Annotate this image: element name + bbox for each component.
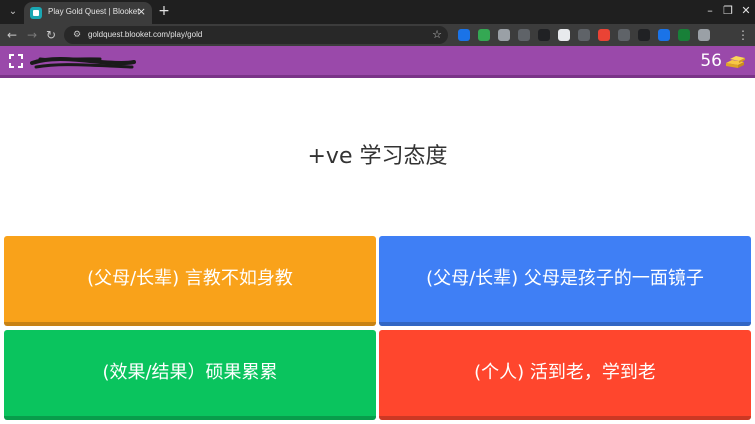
redacted-player-name: [30, 57, 136, 69]
answer-button-1[interactable]: (父母/长辈) 言教不如身教: [4, 236, 376, 326]
bookmark-star-icon[interactable]: ☆: [432, 28, 442, 42]
extension-icon[interactable]: [478, 29, 490, 41]
answer-button-2[interactable]: (父母/长辈) 父母是孩子的一面镜子: [379, 236, 751, 326]
gold-count: 56: [700, 51, 722, 71]
answer-text: (个人) 活到老，学到老: [474, 362, 656, 383]
extension-icon[interactable]: [638, 29, 650, 41]
fullscreen-icon[interactable]: [9, 54, 23, 68]
answer-text: (效果/结果）硕果累累: [102, 362, 278, 383]
gold-bars-icon: [726, 56, 745, 68]
browser-tab[interactable]: Play Gold Quest | Blooket ×: [24, 2, 152, 24]
extension-icon[interactable]: [558, 29, 570, 41]
extension-icon[interactable]: [678, 29, 690, 41]
extension-icon[interactable]: [458, 29, 470, 41]
forward-button[interactable]: →: [24, 26, 40, 44]
question-text: +ve 学习态度: [307, 144, 448, 169]
window-close-button[interactable]: ✕: [739, 2, 753, 20]
address-bar[interactable]: ⚙ goldquest.blooket.com/play/gold ☆: [64, 26, 448, 44]
extension-icon[interactable]: [598, 29, 610, 41]
answer-text: (父母/长辈) 言教不如身教: [87, 268, 293, 289]
extension-icon[interactable]: [518, 29, 530, 41]
tab-search-icon[interactable]: ⌄: [5, 4, 21, 20]
address-url[interactable]: goldquest.blooket.com/play/gold: [88, 29, 202, 41]
restore-button[interactable]: ❐: [721, 2, 735, 20]
new-tab-button[interactable]: +: [156, 3, 172, 19]
extension-icon[interactable]: [618, 29, 630, 41]
blooket-favicon-icon: [30, 7, 42, 19]
browser-menu-icon[interactable]: ⋮: [735, 26, 751, 44]
reload-button[interactable]: ↻: [43, 26, 59, 44]
extension-icon[interactable]: [698, 29, 710, 41]
minimize-button[interactable]: –: [703, 2, 717, 20]
extension-icon[interactable]: [538, 29, 550, 41]
game-header: 56: [0, 46, 755, 78]
extension-icon[interactable]: [578, 29, 590, 41]
answer-text: (父母/长辈) 父母是孩子的一面镜子: [426, 268, 704, 289]
extension-icon[interactable]: [658, 29, 670, 41]
tab-title: Play Gold Quest | Blooket: [48, 7, 140, 16]
answer-button-3[interactable]: (效果/结果）硕果累累: [4, 330, 376, 420]
back-button[interactable]: ←: [4, 26, 20, 44]
tab-close-icon[interactable]: ×: [137, 5, 146, 19]
site-info-icon[interactable]: ⚙: [71, 29, 83, 41]
browser-toolbar: ← → ↻ ⚙ goldquest.blooket.com/play/gold …: [0, 24, 755, 46]
extension-icon[interactable]: [498, 29, 510, 41]
answer-button-4[interactable]: (个人) 活到老，学到老: [379, 330, 751, 420]
browser-tab-strip: ⌄ Play Gold Quest | Blooket × + – ❐ ✕: [0, 0, 755, 24]
